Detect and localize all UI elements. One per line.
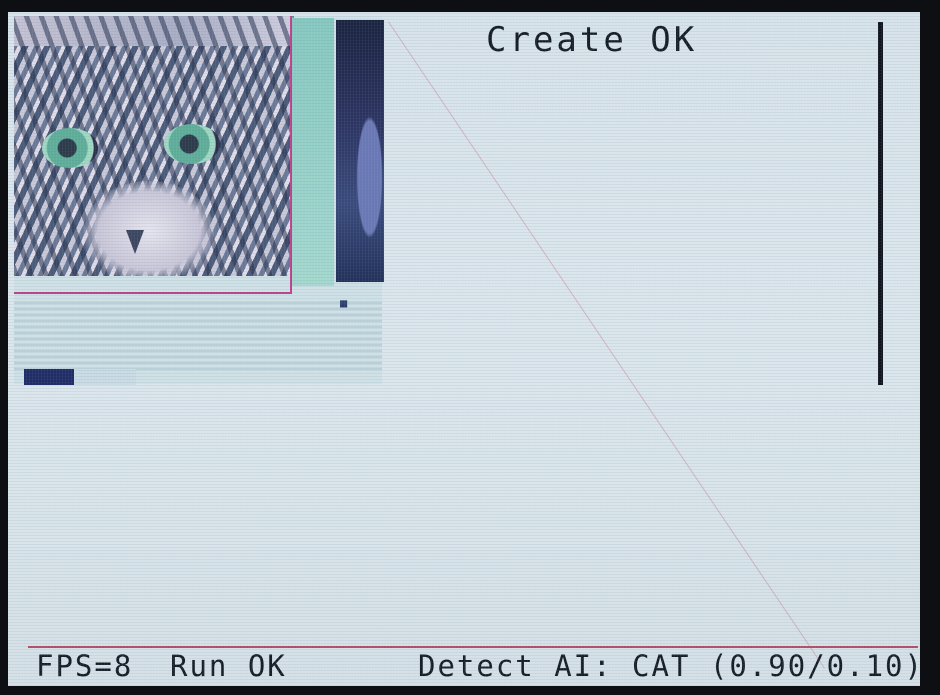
status-bar: FPS=8 Run OK Detect AI: CAT (0.90/0.10) bbox=[30, 648, 920, 686]
fps-label: FPS=8 bbox=[36, 649, 134, 683]
secondary-camera-thumb bbox=[336, 20, 384, 282]
preview-scanlines bbox=[14, 298, 382, 370]
inference-progress-fill bbox=[24, 369, 75, 385]
detection-bounding-box bbox=[14, 16, 292, 294]
preview-teal-strip bbox=[292, 18, 334, 286]
detect-result: Detect AI: CAT (0.90/0.10) bbox=[418, 649, 920, 683]
create-status-text: Create OK bbox=[486, 20, 698, 60]
device-bezel: ■ Create OK FPS=8 Run OK Detect AI: CAT … bbox=[0, 0, 940, 695]
camera-preview-panel: ■ bbox=[14, 16, 384, 385]
run-status: Run OK bbox=[170, 649, 287, 683]
screen-artifact-line bbox=[388, 21, 825, 669]
lcd-screen: ■ Create OK FPS=8 Run OK Detect AI: CAT … bbox=[8, 12, 920, 686]
inference-progress-bar bbox=[24, 369, 136, 385]
right-scroll-bar bbox=[878, 22, 883, 385]
